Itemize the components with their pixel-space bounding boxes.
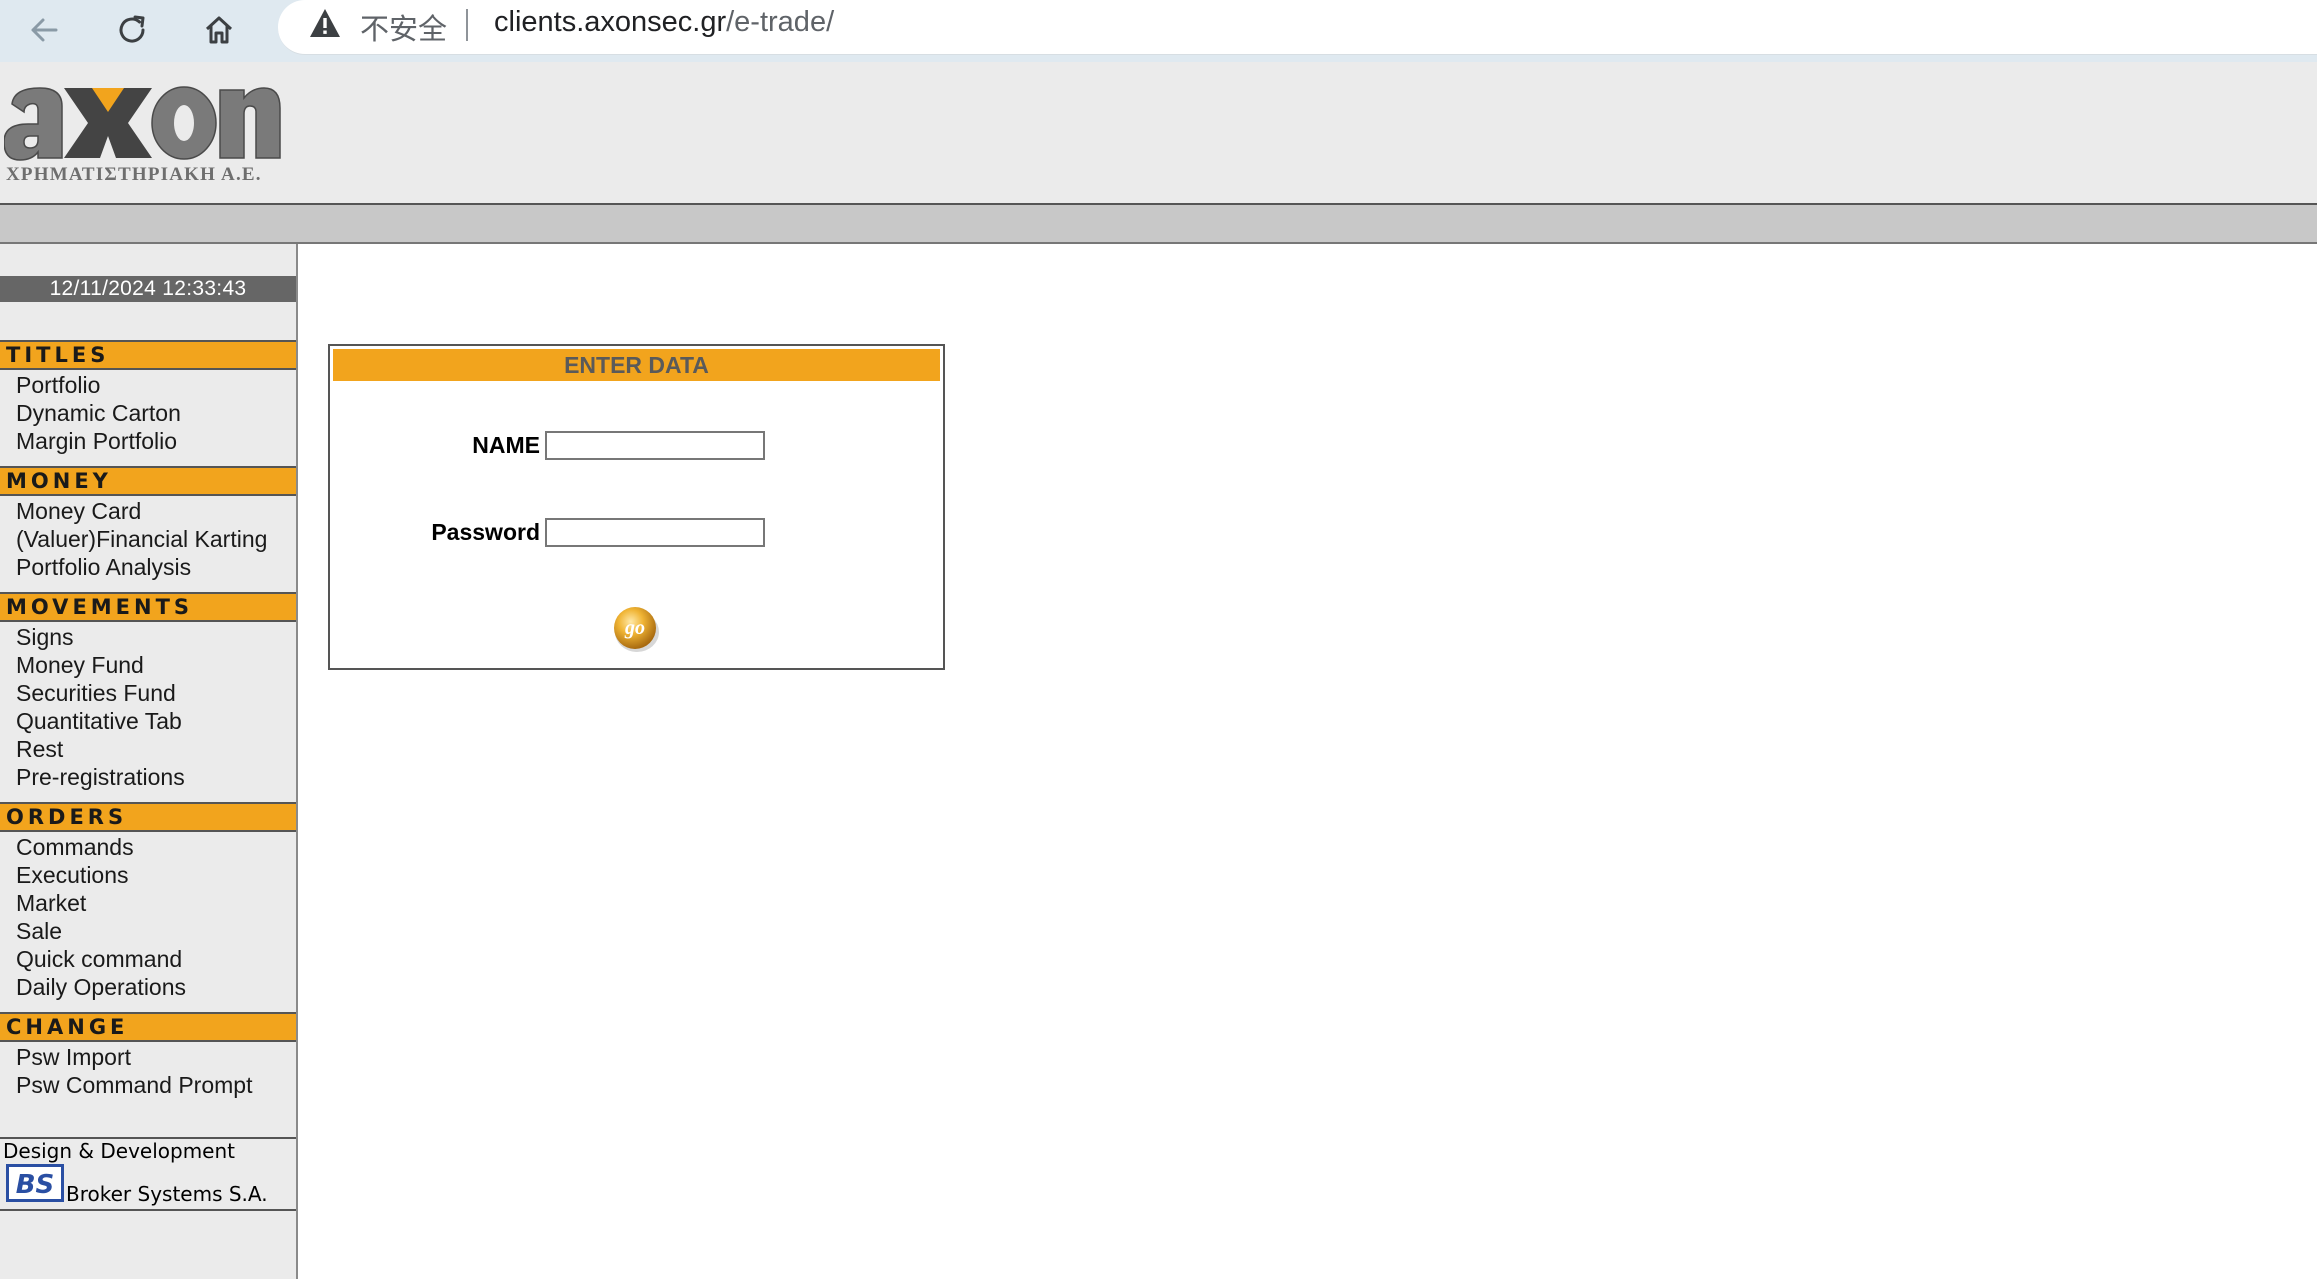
section-title-titles: TITLES [0,340,296,370]
menu-item-securities-fund[interactable]: Securities Fund [16,679,176,707]
menu-item-financial-karting[interactable]: (Valuer)Financial Karting [16,525,267,553]
axon-logo [4,86,281,161]
login-title: ENTER DATA [333,349,940,381]
menu-item-daily-operations[interactable]: Daily Operations [16,973,186,1001]
section-title-orders: ORDERS [0,802,296,832]
address-separator [466,9,468,41]
menu-item-margin-portfolio[interactable]: Margin Portfolio [16,427,177,455]
security-status[interactable]: 不安全 [360,6,447,48]
menu-item-dynamic-carton[interactable]: Dynamic Carton [16,399,181,427]
menu-item-sale[interactable]: Sale [16,917,62,945]
menu-item-quick-command[interactable]: Quick command [16,945,182,973]
menu-item-money-fund[interactable]: Money Fund [16,651,144,679]
bs-logo-text: BS [16,1170,55,1200]
menu-item-money-card[interactable]: Money Card [16,497,141,525]
menu-item-portfolio[interactable]: Portfolio [16,371,100,399]
section-title-money: MONEY [0,466,296,496]
broker-systems-logo[interactable]: BS [6,1164,64,1202]
sidebar: 12/11/2024 12:33:43 TITLES Portfolio Dyn… [0,244,298,1279]
section-title-change: CHANGE [0,1012,296,1042]
url-text[interactable]: clients.axonsec.gr/e-trade/ [494,6,834,39]
footer-divider-bottom [0,1209,296,1211]
datetime-display: 12/11/2024 12:33:43 [0,276,296,302]
address-bar[interactable]: 不安全 clients.axonsec.gr/e-trade/ [278,0,2317,55]
site-header: axon ΧΡΗΜΑΤΙΣΤΗΡΙΑΚΗ Α.Ε. [0,62,2317,205]
section-title-movements: MOVEMENTS [0,592,296,622]
url-path: /e-trade/ [726,6,835,38]
menu-item-psw-command-prompt[interactable]: Psw Command Prompt [16,1071,252,1099]
menu-item-portfolio-analysis[interactable]: Portfolio Analysis [16,553,191,581]
menu-item-signs[interactable]: Signs [16,623,74,651]
password-label: Password [431,519,540,545]
company-name[interactable]: Broker Systems S.A. [66,1182,268,1206]
menu-item-executions[interactable]: Executions [16,861,129,889]
password-input[interactable] [545,518,765,547]
home-button[interactable] [197,8,241,52]
menu-item-commands[interactable]: Commands [16,833,134,861]
name-label: NAME [472,432,540,458]
menu-item-psw-import[interactable]: Psw Import [16,1043,131,1071]
reload-icon [119,15,145,43]
home-icon [205,16,233,44]
name-input[interactable] [545,431,765,460]
back-arrow-icon [31,18,58,42]
go-button[interactable]: go [610,603,662,655]
go-label: go [624,617,645,639]
menu-item-market[interactable]: Market [16,889,86,917]
browser-toolbar: 不安全 clients.axonsec.gr/e-trade/ [0,0,2317,62]
url-host: clients.axonsec.gr [494,6,727,38]
menu-item-rest[interactable]: Rest [16,735,63,763]
menu-item-quantitative-tab[interactable]: Quantitative Tab [16,707,182,735]
logo-subtitle: ΧΡΗΜΑΤΙΣΤΗΡΙΑΚΗ Α.Ε. [6,164,262,185]
warning-icon [310,9,340,37]
header-band [0,205,2317,244]
reload-button[interactable] [110,8,154,52]
back-button[interactable] [22,8,66,52]
design-credit: Design & Development [3,1139,236,1163]
menu-item-pre-registrations[interactable]: Pre-registrations [16,763,185,791]
login-form: ENTER DATA NAME Password go [328,344,945,670]
